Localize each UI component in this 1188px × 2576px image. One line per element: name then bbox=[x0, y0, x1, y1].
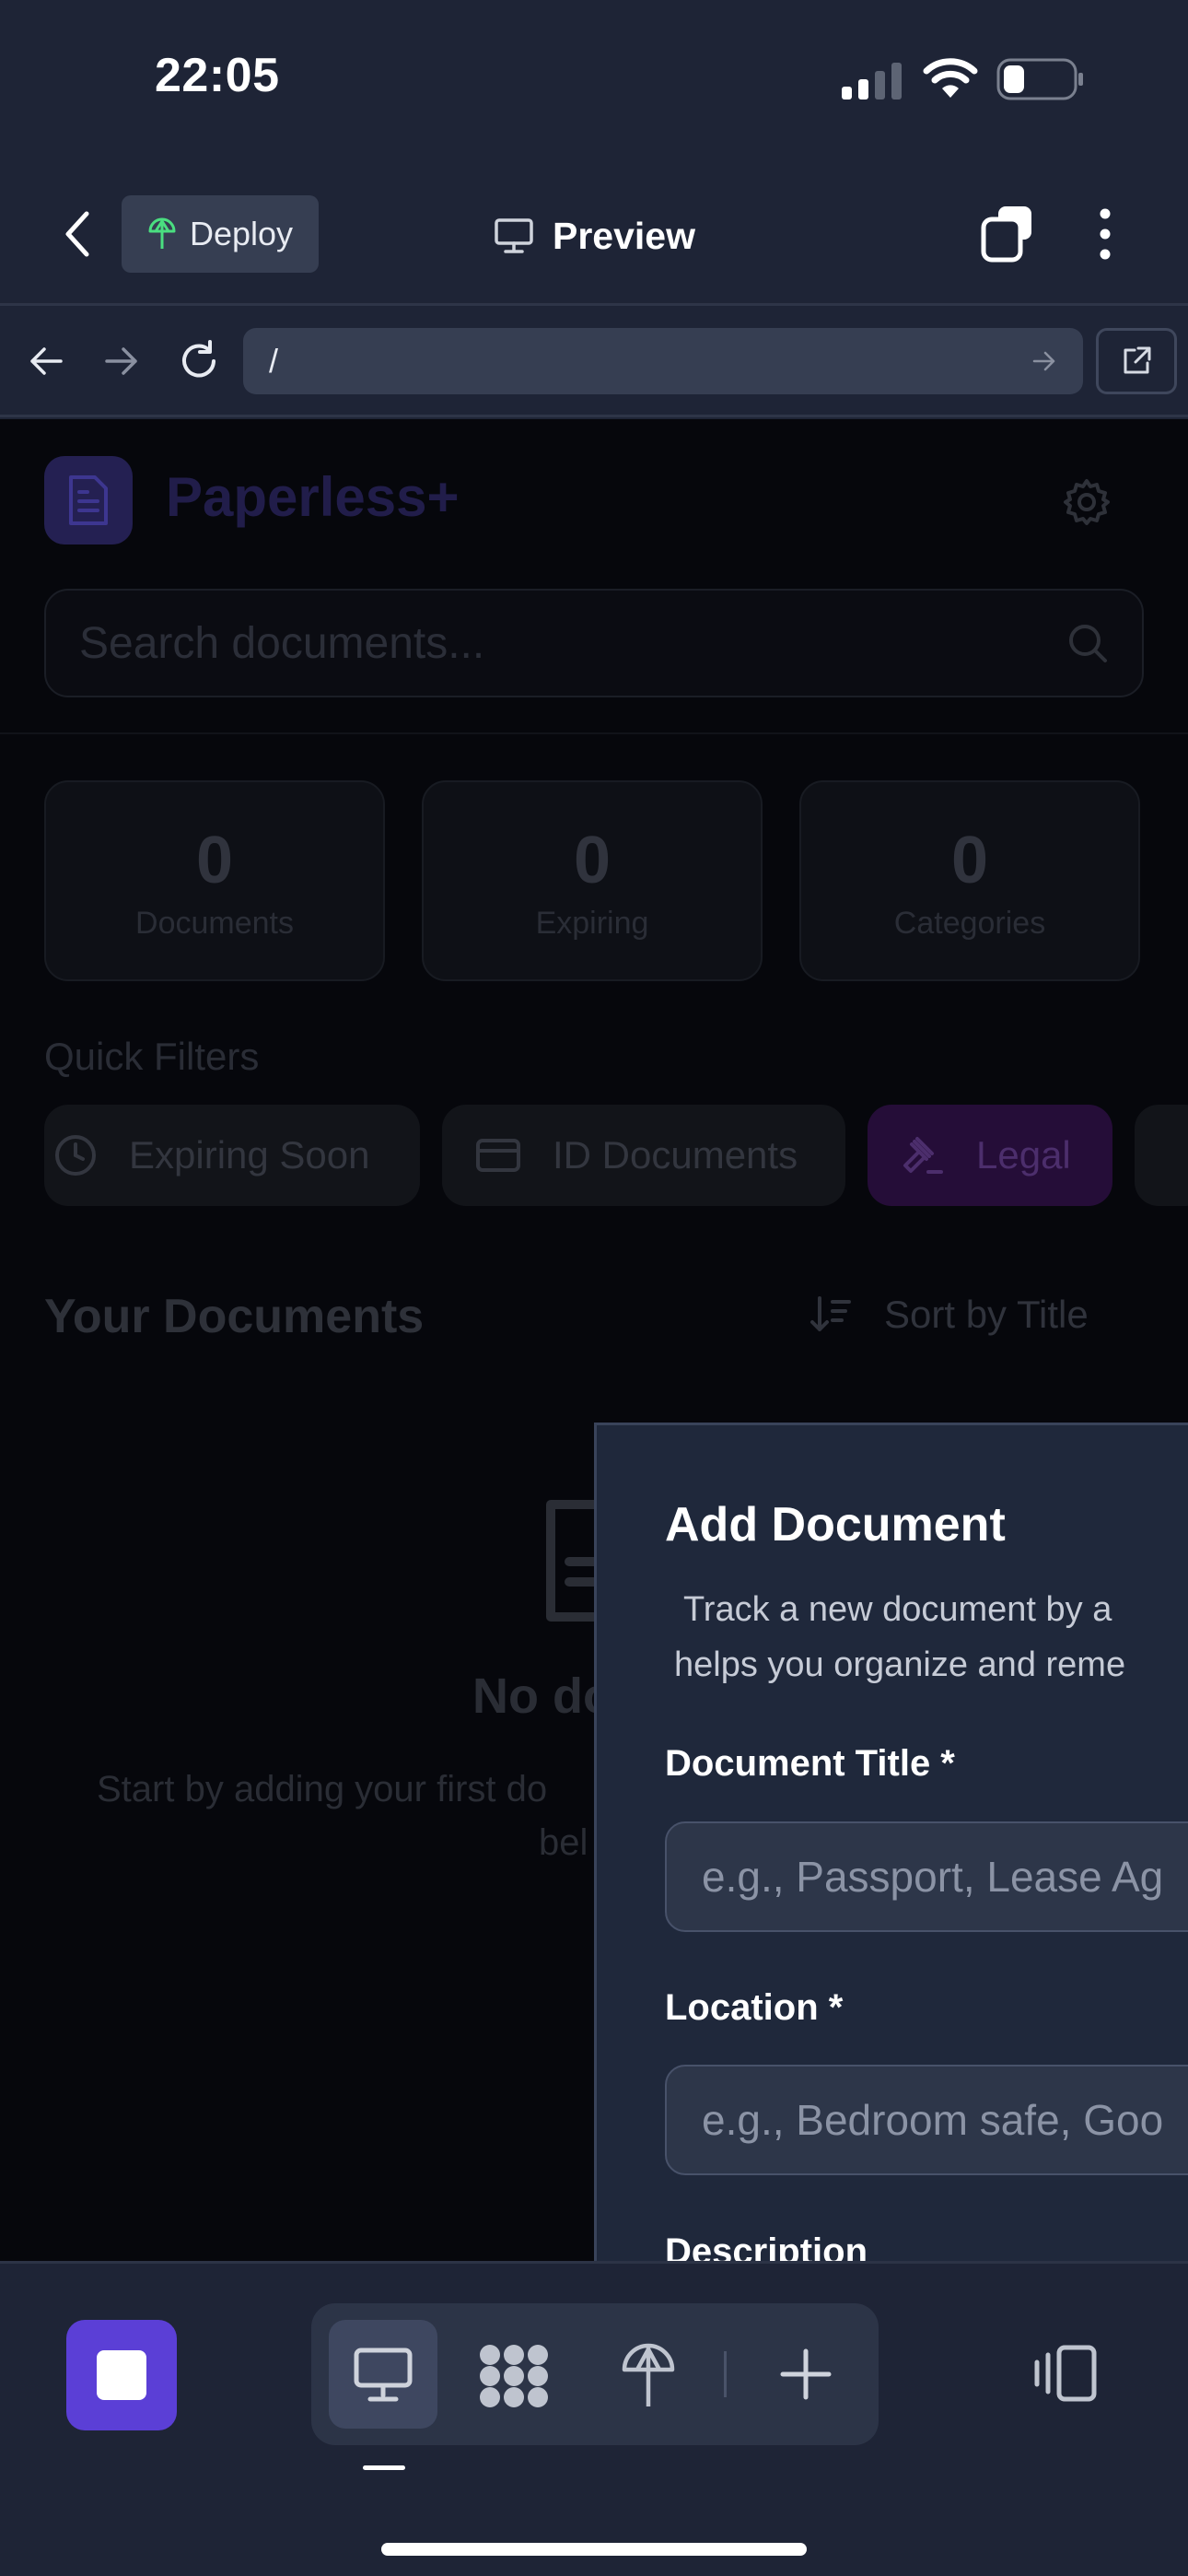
signal-icon bbox=[842, 61, 903, 100]
external-link-icon bbox=[1124, 346, 1151, 374]
document-title-placeholder: e.g., Passport, Lease Ag bbox=[702, 1853, 1164, 1901]
stat-card-expiring: 0 Expiring bbox=[422, 780, 763, 981]
stat-label: Categories bbox=[893, 906, 1046, 941]
filter-chip-id-documents[interactable]: ID Documents bbox=[442, 1105, 845, 1206]
plus-icon[interactable] bbox=[779, 2348, 833, 2401]
tool-separator bbox=[724, 2351, 727, 2397]
sort-icon bbox=[810, 1296, 851, 1331]
search-icon bbox=[1069, 625, 1107, 662]
back-arrow-icon[interactable] bbox=[28, 343, 64, 380]
filter-chip-legal[interactable]: Legal bbox=[868, 1105, 1112, 1206]
quick-filters-title: Quick Filters bbox=[44, 1035, 260, 1078]
location-label: Location * bbox=[665, 1987, 844, 2028]
panel-toggle-icon[interactable] bbox=[1031, 2344, 1098, 2403]
preview-title-text: Preview bbox=[553, 214, 695, 257]
wifi-icon bbox=[923, 57, 978, 100]
sort-label: Sort by Title bbox=[884, 1293, 1089, 1336]
forward-arrow-icon[interactable] bbox=[103, 343, 140, 380]
app-logo bbox=[44, 456, 133, 544]
stat-label: Documents bbox=[135, 906, 294, 941]
filter-chip-label: Expiring Soon bbox=[129, 1133, 370, 1177]
document-title-label: Document Title * bbox=[665, 1743, 955, 1784]
url-field[interactable]: / bbox=[243, 328, 1083, 394]
card-icon bbox=[476, 1139, 520, 1172]
filter-chip-label: Legal bbox=[976, 1133, 1071, 1177]
preview-title: Preview bbox=[494, 208, 695, 263]
stop-button[interactable] bbox=[66, 2320, 177, 2430]
stat-label: Expiring bbox=[535, 906, 649, 941]
gavel-icon bbox=[903, 1137, 943, 1174]
stat-value: 0 bbox=[950, 824, 989, 897]
app-brand: Paperless+ bbox=[166, 466, 460, 528]
search-placeholder: Search documents... bbox=[79, 618, 485, 668]
reload-icon[interactable] bbox=[177, 339, 221, 383]
go-arrow-icon[interactable] bbox=[1031, 348, 1057, 374]
filter-chip-expiring-soon[interactable]: Expiring Soon bbox=[44, 1105, 420, 1206]
active-tool-indicator bbox=[363, 2465, 405, 2470]
deploy-icon[interactable] bbox=[621, 2342, 676, 2410]
grid-blob-icon[interactable] bbox=[479, 2344, 549, 2408]
deploy-label: Deploy bbox=[190, 215, 294, 252]
status-time: 22:05 bbox=[155, 49, 280, 102]
sheet-title: Add Document bbox=[665, 1498, 1006, 1551]
deploy-icon bbox=[148, 217, 176, 249]
sheet-description-line-1: Track a new document by a bbox=[683, 1590, 1112, 1629]
monitor-icon bbox=[495, 218, 533, 253]
url-text: / bbox=[269, 342, 279, 380]
description-label: Description bbox=[665, 2231, 868, 2261]
sheet-description-line-2: helps you organize and reme bbox=[674, 1645, 1126, 1684]
add-document-sheet: Add Document Track a new document by a h… bbox=[594, 1423, 1188, 2261]
filter-chip-more[interactable] bbox=[1135, 1105, 1188, 1206]
more-vertical-icon[interactable] bbox=[1098, 208, 1112, 260]
stop-icon bbox=[97, 2350, 146, 2400]
filter-chip-label: ID Documents bbox=[553, 1133, 798, 1177]
stat-card-documents: 0 Documents bbox=[44, 780, 385, 981]
sheet-description: Track a new document by a helps you orga… bbox=[665, 1582, 1125, 1692]
back-chevron-icon[interactable] bbox=[59, 208, 96, 260]
monitor-icon[interactable] bbox=[354, 2348, 413, 2403]
location-placeholder: e.g., Bedroom safe, Goo bbox=[702, 2096, 1164, 2144]
header-divider bbox=[0, 732, 1188, 734]
tabs-icon[interactable] bbox=[980, 205, 1035, 263]
deploy-button[interactable]: Deploy bbox=[122, 195, 319, 273]
stat-value: 0 bbox=[573, 824, 611, 897]
stat-card-categories: 0 Categories bbox=[799, 780, 1140, 981]
stat-value: 0 bbox=[195, 824, 234, 897]
search-input[interactable]: Search documents... bbox=[44, 589, 1144, 697]
document-title-input[interactable]: e.g., Passport, Lease Ag bbox=[665, 1821, 1188, 1932]
sort-button[interactable]: Sort by Title bbox=[809, 1293, 1089, 1337]
documents-title: Your Documents bbox=[44, 1290, 425, 1343]
clock-icon bbox=[55, 1135, 96, 1176]
home-indicator bbox=[381, 2543, 807, 2556]
battery-icon bbox=[996, 57, 1085, 101]
open-external-button[interactable] bbox=[1096, 328, 1177, 394]
location-input[interactable]: e.g., Bedroom safe, Goo bbox=[665, 2065, 1188, 2175]
gear-icon[interactable] bbox=[1061, 476, 1112, 528]
document-icon bbox=[69, 475, 108, 525]
